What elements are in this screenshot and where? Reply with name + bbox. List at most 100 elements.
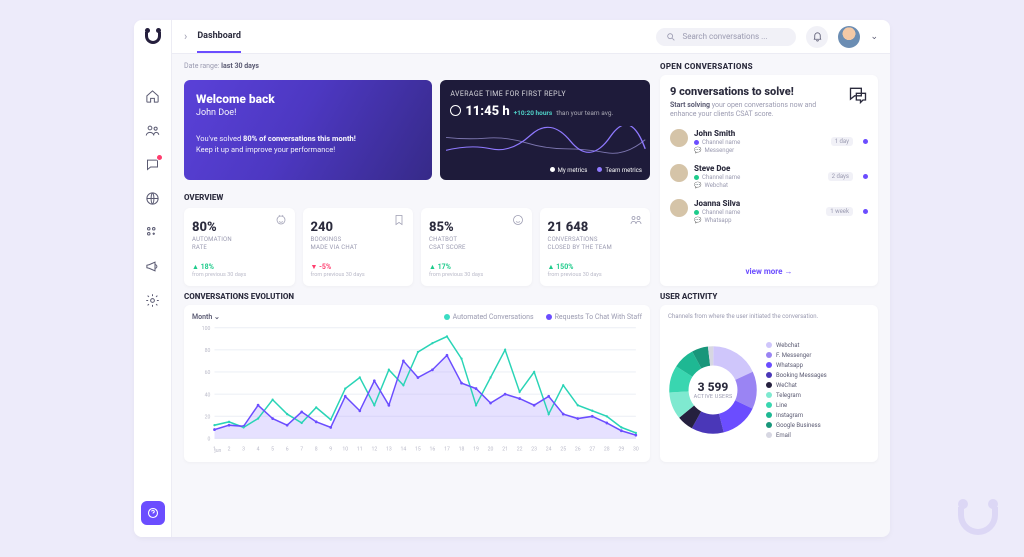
settings-icon[interactable] bbox=[145, 292, 161, 308]
metric-icon bbox=[393, 214, 405, 229]
svg-text:28: 28 bbox=[604, 447, 610, 453]
svg-text:0: 0 bbox=[208, 437, 211, 443]
conversation-user-name: Joanna Silva bbox=[694, 199, 820, 208]
svg-text:8: 8 bbox=[315, 447, 318, 453]
chat-icon[interactable] bbox=[145, 156, 161, 172]
legend-item: WeChat bbox=[766, 382, 870, 389]
legend-item: F. Messenger bbox=[766, 352, 870, 359]
avg-reply-delta-sub: than your team avg. bbox=[556, 109, 613, 117]
legend-item: Line bbox=[766, 402, 870, 409]
unread-dot bbox=[863, 209, 868, 214]
notifications-button[interactable] bbox=[806, 26, 828, 48]
metric-change-sub: from previous 30 days bbox=[429, 272, 524, 278]
metric-change: ▲ 17% bbox=[429, 263, 524, 271]
svg-text:23: 23 bbox=[531, 447, 537, 453]
svg-text:3: 3 bbox=[242, 447, 245, 453]
megaphone-icon[interactable] bbox=[145, 258, 161, 274]
conversation-age: 2 days bbox=[828, 172, 853, 181]
channel-label: Channel name bbox=[702, 174, 740, 181]
svg-text:10: 10 bbox=[342, 447, 348, 453]
brand-logo[interactable] bbox=[145, 32, 161, 44]
unread-dot bbox=[863, 139, 868, 144]
users-icon[interactable] bbox=[145, 122, 161, 138]
evolution-panel: CONVERSATIONS EVOLUTION Month ⌄ Automate… bbox=[184, 292, 650, 462]
metric-value: 85% bbox=[429, 220, 524, 235]
avatar[interactable] bbox=[838, 26, 860, 48]
clock-icon bbox=[450, 105, 461, 116]
svg-text:9: 9 bbox=[329, 447, 332, 453]
svg-text:12: 12 bbox=[371, 447, 377, 453]
date-range: Date range: last 30 days bbox=[184, 62, 650, 74]
channel-source-icon: 💬 bbox=[694, 147, 701, 154]
globe-icon[interactable] bbox=[145, 190, 161, 206]
channel-source: Webchat bbox=[704, 182, 727, 189]
help-button[interactable] bbox=[141, 501, 165, 525]
user-activity-panel: USER ACTIVITY Channels from where the us… bbox=[660, 292, 878, 462]
legend-item: Google Business bbox=[766, 422, 870, 429]
user-activity-header: USER ACTIVITY bbox=[660, 292, 878, 301]
chevron-down-icon[interactable]: ⌄ bbox=[870, 32, 878, 42]
brand-watermark bbox=[958, 507, 998, 535]
metric-value: 21 648 bbox=[548, 220, 643, 235]
svg-text:14: 14 bbox=[401, 447, 407, 453]
svg-text:29: 29 bbox=[618, 447, 624, 453]
channel-label: Channel name bbox=[702, 209, 740, 216]
metric-label: Conversationsclosed by the team bbox=[548, 236, 643, 252]
conversation-age: 1 week bbox=[826, 207, 853, 216]
conversation-user-name: Steve Doe bbox=[694, 164, 822, 173]
overview-card[interactable]: 85%CHATBOTCSAT SCORE▲ 17%from previous 3… bbox=[421, 208, 532, 286]
svg-text:16: 16 bbox=[430, 447, 436, 453]
metric-icon bbox=[630, 214, 642, 229]
hero-row: Welcome back John Doe! You've solved 80%… bbox=[184, 80, 650, 180]
avg-reply-delta: +10:20 hours bbox=[514, 109, 553, 117]
avatar bbox=[670, 164, 688, 182]
svg-text:2: 2 bbox=[228, 447, 231, 453]
conversation-item[interactable]: John SmithChannel name💬Messenger1 day bbox=[670, 129, 868, 154]
channel-source-icon: 💬 bbox=[694, 217, 701, 224]
channel-label: Channel name bbox=[702, 139, 740, 146]
conversation-item[interactable]: Steve DoeChannel name💬Webchat2 days bbox=[670, 164, 868, 189]
main: › Dashboard Search conversations ... ⌄ D… bbox=[172, 20, 890, 537]
bell-icon bbox=[812, 31, 823, 42]
open-conversations-header: OPEN CONVERSATIONS bbox=[660, 62, 878, 71]
metric-change-sub: from previous 30 days bbox=[548, 272, 643, 278]
svg-text:30: 30 bbox=[633, 447, 639, 453]
metric-change: ▲ 18% bbox=[192, 263, 287, 271]
open-conversations-panel: OPEN CONVERSATIONS 9 conversations to so… bbox=[660, 62, 878, 286]
apps-icon[interactable] bbox=[145, 224, 161, 240]
avatar bbox=[670, 199, 688, 217]
evolution-chart: 020406080100 123456789101112131415161718… bbox=[192, 321, 642, 454]
overview-card[interactable]: 21 648Conversationsclosed by the team▲ 1… bbox=[540, 208, 651, 286]
search-placeholder: Search conversations ... bbox=[682, 32, 767, 41]
unread-dot bbox=[863, 174, 868, 179]
svg-text:20: 20 bbox=[488, 447, 494, 453]
donut-legend: WebchatF. MessengerWhatsappBooking Messa… bbox=[766, 342, 870, 439]
search-input[interactable]: Search conversations ... bbox=[656, 28, 796, 46]
evolution-period-selector[interactable]: Month ⌄ bbox=[192, 313, 220, 321]
svg-text:40: 40 bbox=[205, 392, 211, 398]
welcome-user-name: John Doe! bbox=[196, 108, 420, 118]
svg-text:22: 22 bbox=[517, 447, 523, 453]
legend-item: Instagram bbox=[766, 412, 870, 419]
donut-chart: 3 599 ACTIVE USERS bbox=[668, 345, 758, 435]
legend-item: Telegram bbox=[766, 392, 870, 399]
svg-text:25: 25 bbox=[560, 447, 566, 453]
overview-card[interactable]: 240BOOKINGSMADE VIA CHAT▼ -5%from previo… bbox=[303, 208, 414, 286]
home-icon[interactable] bbox=[145, 88, 161, 104]
view-more-link[interactable]: view more → bbox=[670, 259, 868, 276]
welcome-heading: Welcome back bbox=[196, 92, 420, 106]
metric-value: 240 bbox=[311, 220, 406, 235]
tab-dashboard[interactable]: Dashboard bbox=[197, 21, 241, 53]
legend-item: Email bbox=[766, 432, 870, 439]
open-conversations-title: 9 conversations to solve! bbox=[670, 85, 840, 98]
conversation-item[interactable]: Joanna SilvaChannel name💬Whatsapp1 week bbox=[670, 199, 868, 224]
svg-text:4: 4 bbox=[257, 447, 260, 453]
metric-change-sub: from previous 30 days bbox=[311, 272, 406, 278]
search-icon bbox=[666, 32, 676, 42]
open-conversations-subtitle: Start solving your open conversations no… bbox=[670, 101, 840, 119]
app-window: › Dashboard Search conversations ... ⌄ D… bbox=[134, 20, 890, 537]
overview-card[interactable]: 80%AUTOMATIONRATE▲ 18%from previous 30 d… bbox=[184, 208, 295, 286]
metric-label: BOOKINGSMADE VIA CHAT bbox=[311, 236, 406, 252]
overview-row: 80%AUTOMATIONRATE▲ 18%from previous 30 d… bbox=[184, 208, 650, 286]
chevron-right-icon[interactable]: › bbox=[184, 30, 187, 43]
